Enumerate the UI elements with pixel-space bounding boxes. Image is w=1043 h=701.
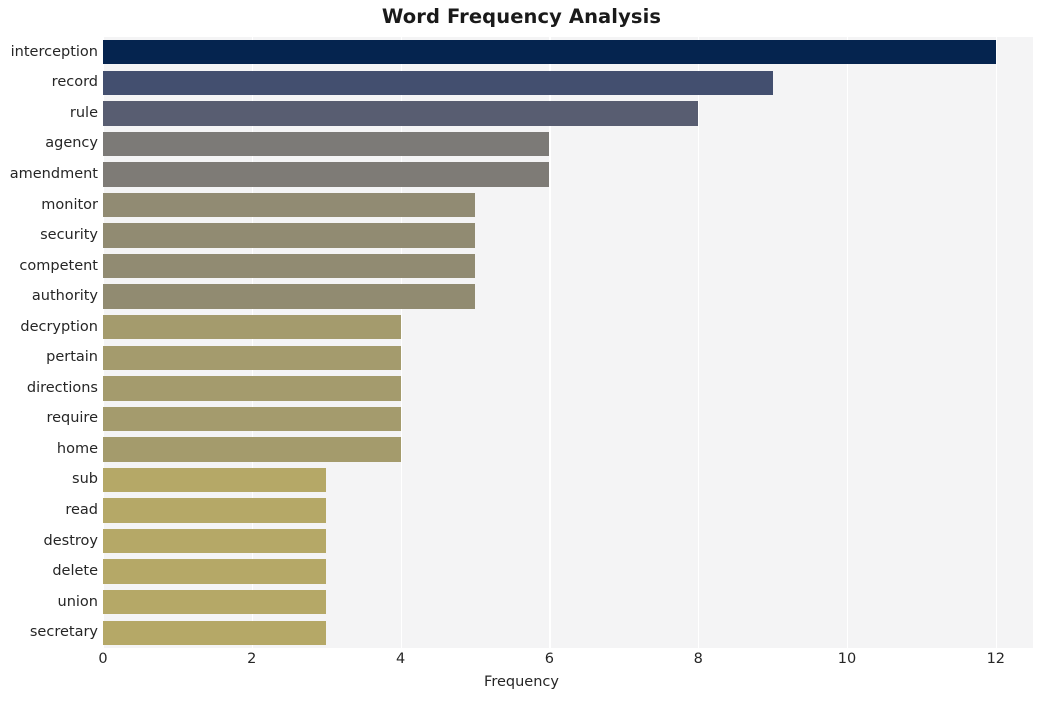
bar-row[interactable]	[103, 162, 1033, 187]
chart-figure: Word Frequency Analysis interception reco…	[0, 0, 1043, 701]
bar-delete[interactable]	[103, 559, 327, 584]
bar-row[interactable]	[103, 376, 1033, 401]
bar-agency[interactable]	[103, 131, 550, 157]
y-tick-label-home: home	[56, 440, 98, 457]
bar-row[interactable]	[103, 284, 1033, 309]
y-tick-label-security: security	[40, 227, 98, 244]
y-tick-label-destroy: destroy	[43, 532, 98, 549]
gridline-x-0	[103, 37, 105, 648]
y-tick-label-pertain: pertain	[46, 349, 98, 366]
bar-sub[interactable]	[103, 467, 327, 493]
y-tick-label-interception: interception	[10, 43, 98, 60]
bar-amendment[interactable]	[103, 162, 550, 187]
y-tick-label-rule: rule	[69, 104, 98, 121]
bar-row[interactable]	[103, 131, 1033, 157]
bar-row[interactable]	[103, 192, 1033, 218]
gridline-x-12	[995, 37, 997, 648]
y-tick-label-delete: delete	[52, 563, 98, 580]
bar-destroy[interactable]	[103, 528, 327, 554]
gridline-x-2	[251, 37, 253, 648]
bar-record[interactable]	[103, 70, 773, 96]
x-axis-title: Frequency	[484, 674, 559, 690]
bar-rule[interactable]	[103, 101, 699, 126]
x-tick-label-0: 0	[98, 651, 108, 667]
y-tick-label-amendment: amendment	[9, 165, 98, 182]
bar-row[interactable]	[103, 467, 1033, 493]
gridline-x-10	[847, 37, 849, 648]
bar-decryption[interactable]	[103, 315, 401, 340]
bar-row[interactable]	[103, 223, 1033, 248]
y-tick-label-union: union	[57, 593, 98, 610]
bar-row[interactable]	[103, 40, 1033, 65]
y-tick-label-sub: sub	[72, 471, 98, 488]
gridline-x-6	[549, 37, 551, 648]
y-tick-label-record: record	[51, 74, 98, 91]
bar-row[interactable]	[103, 559, 1033, 584]
bar-directions[interactable]	[103, 376, 401, 401]
y-tick-label-directions: directions	[26, 379, 98, 396]
bar-row[interactable]	[103, 315, 1033, 340]
x-axis-tick-labels: 0 2 4 6 8 10 12	[0, 652, 1043, 674]
x-tick-label-10: 10	[837, 651, 857, 667]
y-tick-label-agency: agency	[45, 135, 98, 152]
bar-union[interactable]	[103, 589, 327, 615]
x-tick-label-2: 2	[247, 651, 257, 667]
x-tick-label-4: 4	[395, 651, 406, 667]
bar-row[interactable]	[103, 498, 1033, 523]
bar-authority[interactable]	[103, 284, 475, 309]
y-tick-label-authority: authority	[31, 288, 98, 305]
x-tick-label-8: 8	[693, 651, 703, 667]
plot-area	[103, 37, 1033, 648]
gridline-x-4	[400, 37, 402, 648]
bar-competent[interactable]	[103, 253, 475, 279]
y-tick-label-competent: competent	[19, 257, 98, 274]
y-axis-tick-labels: interception record rule agency amendment mon…	[0, 37, 98, 648]
bar-row[interactable]	[103, 437, 1033, 462]
bar-row[interactable]	[103, 101, 1033, 126]
bar-pertain[interactable]	[103, 345, 401, 370]
bar-secretary[interactable]	[103, 620, 327, 645]
y-tick-label-secretary: secretary	[29, 624, 98, 641]
bar-interception[interactable]	[103, 40, 996, 65]
y-tick-label-read: read	[65, 502, 98, 519]
x-tick-label-6: 6	[544, 651, 555, 667]
bar-row[interactable]	[103, 345, 1033, 370]
y-tick-label-monitor: monitor	[41, 196, 98, 213]
bar-monitor[interactable]	[103, 192, 475, 218]
y-tick-label-decryption: decryption	[20, 318, 98, 335]
chart-title: Word Frequency Analysis	[381, 5, 662, 28]
bar-row[interactable]	[103, 253, 1033, 279]
bar-home[interactable]	[103, 437, 401, 462]
gridline-x-8	[698, 37, 700, 648]
y-tick-label-require: require	[46, 410, 98, 427]
bar-row[interactable]	[103, 528, 1033, 554]
bar-row[interactable]	[103, 406, 1033, 432]
bar-row[interactable]	[103, 620, 1033, 645]
bar-row[interactable]	[103, 70, 1033, 96]
bar-require[interactable]	[103, 406, 401, 432]
bar-row[interactable]	[103, 589, 1033, 615]
bar-security[interactable]	[103, 223, 475, 248]
x-tick-label-12: 12	[986, 651, 1006, 667]
bar-read[interactable]	[103, 498, 327, 523]
